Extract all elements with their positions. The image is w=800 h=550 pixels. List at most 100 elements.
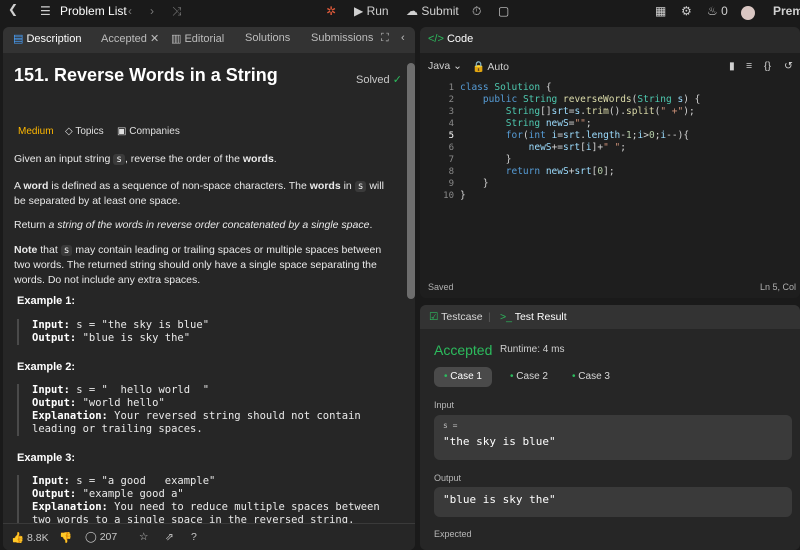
share-icon[interactable]: ⇗ (165, 531, 174, 543)
debug-icon[interactable]: ✲ (326, 4, 336, 18)
code-line-8: return newS+srt[0]; (505, 166, 615, 177)
like-button[interactable]: 👍 8.8K (11, 531, 49, 544)
tab-accepted-label: Accepted (101, 33, 147, 45)
close-tab-icon[interactable]: ✕ (150, 33, 159, 45)
solved-label: Solved (356, 74, 390, 86)
solved-check-icon: ✓ (392, 74, 402, 86)
tab-accepted[interactable]: Accepted ✕ (101, 32, 159, 45)
line-number: 1 (448, 83, 454, 93)
streak-fire-icon[interactable]: ♨ 0 (707, 4, 728, 18)
case-2-tab[interactable]: • Case 2 (500, 367, 558, 387)
line-number: 5 (448, 131, 454, 141)
editorial-book-icon: ▥ (171, 33, 182, 45)
test-result-panel: ☑ Testcase | >_ Test Result Accepted Run… (420, 305, 800, 550)
left-bottom-bar: 👍 8.8K 👎 ◯ 207 ☆ ⇗ ? (3, 523, 415, 550)
maximize-icon[interactable]: ⛶ (381, 32, 389, 45)
dislike-button[interactable]: 👎 (59, 531, 72, 544)
case-3-tab[interactable]: • Case 3 (562, 367, 620, 387)
topics-label: Topics (75, 126, 104, 137)
comments-button[interactable]: ◯ 207 (85, 531, 117, 543)
description-scrollbar[interactable] (407, 63, 415, 299)
tab-test-result[interactable]: >_ Test Result (500, 311, 567, 323)
thumbs-up-icon: 👍 (11, 532, 25, 544)
pass-dot-icon: • (510, 371, 514, 382)
run-button[interactable]: ▶ Run (354, 4, 389, 18)
code-brackets-icon: </> (428, 33, 444, 45)
premium-button[interactable]: Premi (773, 4, 800, 18)
result-status: Accepted (434, 342, 493, 358)
line-number: 2 (448, 95, 454, 105)
test-tab-bar: ☑ Testcase | >_ Test Result (420, 305, 800, 329)
code-line-7: } (505, 154, 512, 165)
line-number: 4 (448, 119, 454, 129)
input-box: s = "the sky is blue" (434, 415, 792, 460)
top-bar: ❮ ☰ Problem List ‹ › ⤨ ✲ ▶ Run ☁ Submit … (0, 0, 800, 26)
format-icon[interactable]: ≡ (746, 60, 752, 72)
output-box: "blue is sky the" (434, 487, 792, 517)
example-3-block: Input: s = "a good example" Output: "exa… (17, 475, 397, 527)
timer-icon[interactable]: ⏱ (472, 4, 481, 19)
tab-submissions[interactable]: Submissions (311, 32, 373, 44)
next-problem-icon[interactable]: › (150, 4, 154, 18)
collapse-panel-icon[interactable]: ‹ (401, 32, 405, 44)
streak-count: 0 (721, 4, 728, 18)
pass-dot-icon: • (572, 371, 576, 382)
code-tab-label: Code (446, 33, 474, 45)
tab-test-result-label: Test Result (514, 311, 567, 323)
runtime: Runtime: 4 ms (500, 344, 565, 355)
code-line-10: } (460, 190, 466, 201)
case-1-tab[interactable]: • Case 1 (434, 367, 492, 387)
description-paragraph-3: Return a string of the words in reverse … (14, 219, 373, 231)
input-label: Input (434, 400, 455, 410)
comment-count: 207 (99, 531, 118, 543)
tab-editorial[interactable]: ▥ Editorial (171, 32, 224, 45)
tab-solutions[interactable]: Solutions (245, 32, 290, 44)
problem-list-link[interactable]: Problem List (60, 4, 127, 18)
description-paragraph-2: A word is defined as a sequence of non-s… (14, 180, 384, 207)
settings-gear-icon[interactable]: ⚙ (681, 4, 692, 18)
description-paragraph-4: Note that s may contain leading or trail… (14, 244, 382, 286)
example-1-heading: Example 1: (17, 295, 76, 307)
input-var: s = (443, 421, 458, 430)
code-line-5: for(int i=srt.length-1;i>0;i--){ (505, 130, 690, 141)
code-line-3: String[]srt=s.trim().split(" +"); (505, 106, 695, 117)
prev-problem-icon[interactable]: ‹ (128, 4, 132, 18)
difficulty-badge[interactable]: Medium (18, 126, 54, 137)
checkbox-icon: ☑ (429, 311, 439, 323)
layout-icon[interactable]: ▦ (655, 4, 666, 18)
cursor-position: Ln 5, Col (759, 282, 796, 292)
tab-description-label: Description (26, 33, 82, 45)
line-number: 6 (448, 143, 454, 153)
code-line-6: newS+=srt[i]+" "; (528, 142, 626, 153)
expected-label: Expected (434, 529, 472, 539)
problem-list-icon[interactable]: ☰ (40, 4, 51, 18)
tab-editorial-label: Editorial (184, 33, 225, 45)
leetcode-logo-icon[interactable]: ❮ (8, 2, 18, 16)
tab-code[interactable]: </> Code (428, 33, 473, 45)
line-number: 10 (443, 191, 454, 201)
favorite-star-icon[interactable]: ☆ (139, 531, 148, 543)
reset-icon[interactable]: ↺ (784, 60, 793, 72)
avatar[interactable] (741, 6, 755, 23)
braces-icon[interactable]: {} (764, 60, 771, 72)
companies-button[interactable]: ▣ Companies (117, 126, 180, 137)
left-tab-bar: ▤ Description Accepted ✕ ▥ Editorial Sol… (3, 27, 415, 53)
language-select[interactable]: Java ⌄ (428, 60, 462, 72)
solved-badge: Solved ✓ (356, 73, 402, 86)
tab-description[interactable]: ▤ Description (13, 32, 82, 45)
notes-icon[interactable]: ▢ (498, 4, 509, 18)
tab-divider: | (488, 311, 491, 323)
description-doc-icon: ▤ (13, 33, 24, 45)
tab-testcase[interactable]: ☑ Testcase (429, 311, 483, 323)
help-icon[interactable]: ? (191, 531, 197, 543)
like-count: 8.8K (27, 532, 49, 544)
case-3-label: Case 3 (578, 371, 610, 382)
bookmark-icon[interactable]: ▮ (729, 60, 735, 72)
companies-label: Companies (129, 126, 180, 137)
auto-mode-toggle[interactable]: 🔒 Auto (472, 60, 509, 73)
topics-button[interactable]: ◇ Topics (65, 126, 104, 137)
submit-button[interactable]: ☁ Submit (406, 4, 459, 18)
shuffle-icon[interactable]: ⤨ (172, 4, 182, 19)
language-value: Java (428, 60, 451, 72)
input-value: "the sky is blue" (443, 435, 556, 448)
